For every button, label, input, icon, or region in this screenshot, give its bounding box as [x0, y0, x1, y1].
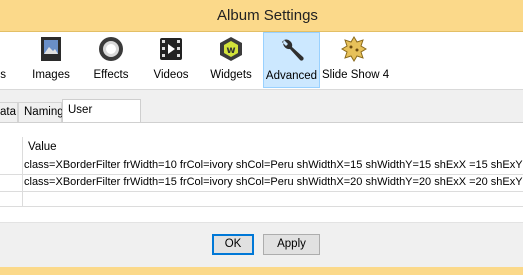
toolbar-item-partial[interactable]: s: [0, 32, 8, 88]
toolbar-item-effects[interactable]: Effects: [84, 32, 138, 88]
row-name-cell[interactable]: [0, 158, 23, 174]
row-value-cell[interactable]: class=XBorderFilter frWidth=15 frCol=ivo…: [24, 176, 523, 188]
toolbar-item-widgets[interactable]: w Widgets: [204, 32, 258, 88]
row-name-cell[interactable]: [0, 192, 23, 206]
tab-strip: ata Naming User Variables: [0, 90, 523, 137]
tab-data[interactable]: ata: [0, 102, 18, 122]
tab-naming[interactable]: Naming: [18, 102, 64, 122]
toolbar-item-videos-label: Videos: [153, 69, 189, 81]
toolbar-item-partial-label: s: [0, 69, 6, 81]
toolbar-item-widgets-label: Widgets: [210, 69, 252, 81]
apply-button[interactable]: Apply: [263, 234, 320, 255]
toolbar-item-effects-label: Effects: [93, 69, 129, 81]
table-row-empty[interactable]: [0, 192, 523, 207]
partial-icon: [0, 35, 4, 63]
table-row[interactable]: class=XBorderFilter frWidth=15 frCol=ivo…: [0, 175, 523, 192]
title-bar: Album Settings: [0, 0, 523, 32]
toolbar-item-advanced-label: Advanced: [265, 70, 318, 82]
settings-toolbar: s Images Effects Videos w Widgets Advanc…: [0, 32, 523, 90]
table-header: Value: [0, 137, 523, 159]
effects-icon: [97, 35, 125, 63]
toolbar-item-videos[interactable]: Videos: [144, 32, 198, 88]
tab-user-variables[interactable]: User Variables: [62, 99, 141, 137]
wrench-icon: [278, 36, 306, 64]
toolbar-item-images-label: Images: [32, 69, 70, 81]
toolbar-item-advanced[interactable]: Advanced: [263, 32, 320, 88]
toolbar-item-slideshow-label: Slide Show 4: [322, 69, 390, 81]
slideshow-icon: [340, 35, 368, 63]
header-value-column: Value: [28, 141, 57, 153]
toolbar-item-slideshow[interactable]: Slide Show 4: [322, 32, 390, 88]
row-name-cell[interactable]: [0, 175, 23, 191]
variables-table: Value class=XBorderFilter frWidth=10 frC…: [0, 137, 523, 207]
ok-button[interactable]: OK: [212, 234, 254, 255]
dialog-footer: OK Apply: [0, 222, 523, 268]
videos-icon: [157, 35, 185, 63]
table-row[interactable]: class=XBorderFilter frWidth=10 frCol=ivo…: [0, 158, 523, 175]
header-name-column: [0, 137, 23, 158]
widgets-icon: w: [217, 35, 245, 63]
images-icon: [37, 35, 65, 63]
window-title: Album Settings: [217, 7, 318, 24]
window-bottom-border: [0, 267, 523, 275]
row-value-cell[interactable]: class=XBorderFilter frWidth=10 frCol=ivo…: [24, 159, 523, 171]
toolbar-item-images[interactable]: Images: [24, 32, 78, 88]
svg-text:w: w: [226, 45, 235, 56]
